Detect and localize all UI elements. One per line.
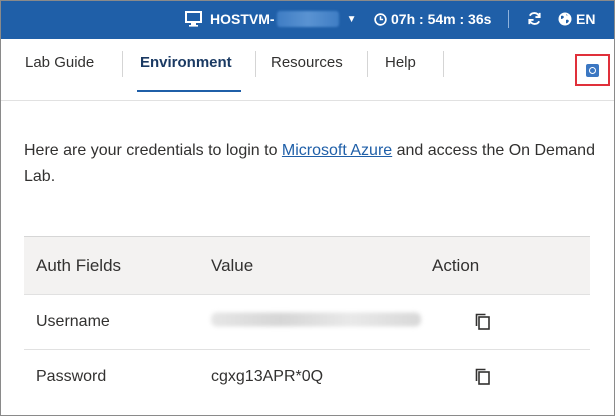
top-bar: HOSTVM- ▼ 07h : 54m : 36s EN <box>1 1 614 39</box>
divider <box>508 10 509 28</box>
table-row: Username <box>24 294 590 349</box>
tab-divider <box>122 51 123 77</box>
microsoft-azure-link[interactable]: Microsoft Azure <box>282 142 392 159</box>
tab-environment[interactable]: Environment <box>140 54 232 71</box>
tab-bar: Lab Guide Environment Resources Help <box>1 39 614 101</box>
language-selector[interactable]: EN <box>558 11 595 27</box>
refresh-icon[interactable] <box>527 11 542 26</box>
credentials-intro: Here are your credentials to login to Mi… <box>24 138 599 190</box>
tab-divider <box>443 51 444 77</box>
vm-name: HOSTVM- <box>210 11 275 27</box>
clock-icon <box>374 12 387 26</box>
copy-icon[interactable] <box>473 312 493 332</box>
timer-text: 07h : 54m : 36s <box>391 11 492 27</box>
lab-panel: HOSTVM- ▼ 07h : 54m : 36s EN Lab Guide E… <box>0 0 615 416</box>
table-header: Auth Fields Value Action <box>24 236 590 294</box>
highlight-box <box>575 54 610 86</box>
tab-help[interactable]: Help <box>385 54 416 71</box>
username-label: Username <box>36 313 110 330</box>
password-label: Password <box>36 368 107 385</box>
tab-lab-guide[interactable]: Lab Guide <box>25 54 94 71</box>
tab-divider <box>367 51 368 77</box>
username-value-redacted <box>211 312 421 332</box>
tab-divider <box>255 51 256 77</box>
monitor-icon <box>185 11 202 27</box>
table-row: Password cgxg13APR*0Q <box>24 349 590 404</box>
header-auth-fields: Auth Fields <box>36 255 122 275</box>
header-value: Value <box>211 255 254 275</box>
vm-selector[interactable]: HOSTVM- ▼ <box>185 11 356 27</box>
expand-icon[interactable] <box>586 64 599 77</box>
copy-icon[interactable] <box>473 367 493 387</box>
credentials-table: Auth Fields Value Action Username Passwo… <box>24 236 590 404</box>
password-value: cgxg13APR*0Q <box>211 368 324 385</box>
intro-text: Here are your credentials to login to <box>24 142 282 159</box>
lab-timer: 07h : 54m : 36s <box>374 11 491 27</box>
globe-icon <box>558 12 572 26</box>
vm-name-redacted <box>276 11 339 27</box>
tab-resources[interactable]: Resources <box>271 54 343 71</box>
language-label: EN <box>576 11 596 27</box>
caret-down-icon: ▼ <box>346 13 357 25</box>
active-tab-indicator <box>137 90 241 92</box>
header-action: Action <box>432 255 480 275</box>
